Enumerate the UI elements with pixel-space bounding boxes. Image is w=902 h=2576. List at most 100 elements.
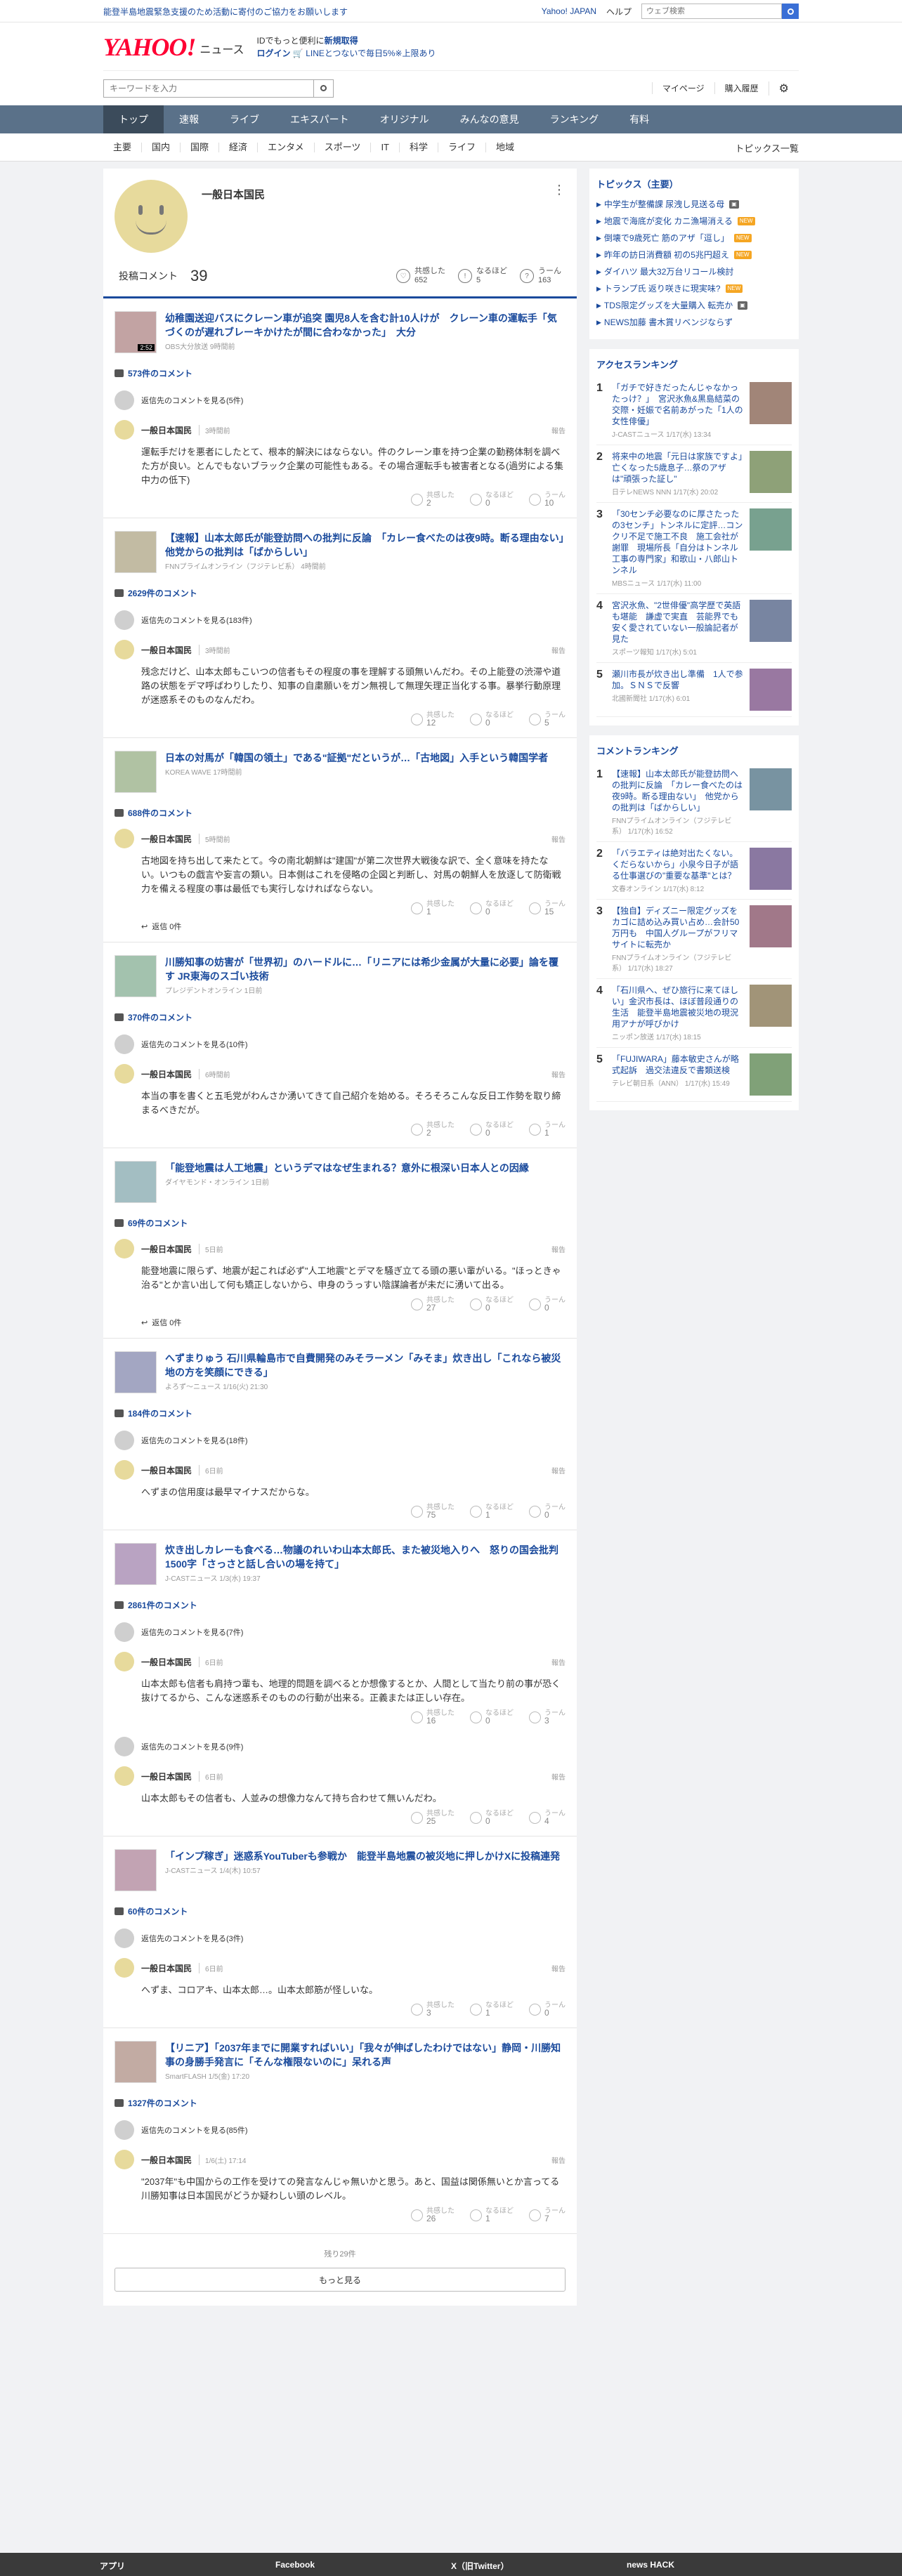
comment-user[interactable]: 一般日本国民 (141, 1770, 192, 1782)
gnav-item[interactable]: みんなの意見 (445, 105, 535, 133)
reaction-button[interactable]: 共感した 16 (411, 1709, 455, 1726)
reaction-button[interactable]: なるほど 1 (470, 2002, 514, 2018)
article-row[interactable]: 【速報】山本太郎氏が能登訪問への批判に反論 「カレー食べたのは夜9時。断る理由な… (115, 531, 574, 573)
ranking-item[interactable]: 4 宮沢氷魚、"2世俳優"高学歴で英語も堪能 謙虚で実直 芸能界でも安く愛されてい… (596, 594, 792, 663)
rank-title[interactable]: 「30センチ必要なのに厚さたったの3センチ」トンネルに定評…コンクリ不足で施工不… (612, 508, 744, 576)
reaction-button[interactable]: なるほど 1 (470, 1504, 514, 1520)
reaction-button[interactable]: 共感した 26 (411, 2207, 455, 2223)
rank-title[interactable]: 瀬川市長が炊き出し準備 1人で参加。ＳＮＳで反響 (612, 669, 744, 691)
report-link[interactable]: 報告 (551, 1465, 566, 1476)
avatar[interactable] (115, 1652, 134, 1671)
parent-comment-link[interactable]: 返信先のコメントを見る(5件) (115, 390, 566, 410)
rank-title[interactable]: 「ガチで好きだったんじゃなかったっけ？」 宮沢氷魚&黒島結菜の交際・妊娠で名前あ… (612, 382, 744, 427)
gnav-item[interactable]: エキスパート (275, 105, 365, 133)
gnav-item[interactable]: ランキング (535, 105, 615, 133)
parent-comment-link[interactable]: 返信先のコメントを見る(7件) (115, 1622, 566, 1642)
topic-item[interactable]: ▶ ダイハツ 最大32万台リコール検討 (596, 263, 792, 280)
article-thumbnail[interactable] (115, 1161, 157, 1203)
ranking-item[interactable]: 3 「30センチ必要なのに厚さたったの3センチ」トンネルに定評…コンクリ不足で施工… (596, 503, 792, 594)
ranking-item[interactable]: 5 「FUJIWARA」藤本敏史さんが略式起訴 過交法違反で書類送検 テレビ朝日系（… (596, 1048, 792, 1102)
rank-thumbnail[interactable] (750, 985, 792, 1027)
avatar[interactable] (115, 1460, 134, 1480)
reaction-button[interactable]: うーん 0 (529, 2002, 566, 2018)
snav-item[interactable]: エンタメ (258, 143, 315, 152)
report-link[interactable]: 報告 (551, 1069, 566, 1079)
gear-icon[interactable]: ⚙ (768, 81, 799, 96)
rank-thumbnail[interactable] (750, 382, 792, 424)
article-row[interactable]: 【リニア】「2037年までに開業すればいい」「我々が伸ばしたわけではない」静岡・… (115, 2041, 566, 2083)
comment-count-link[interactable]: 69件のコメント (115, 1217, 566, 1229)
snav-item[interactable]: ライフ (438, 143, 487, 152)
article-title[interactable]: 「能登地震は人工地震」というデマはなぜ生まれる？意外に根深い日本人との因縁 (165, 1161, 529, 1175)
reaction-button[interactable]: うーん 0 (529, 1504, 566, 1520)
parent-comment-link[interactable]: 返信先のコメントを見る(18件) (115, 1431, 566, 1450)
rank-thumbnail[interactable] (750, 508, 792, 551)
comment-count-link[interactable]: 60件のコメント (115, 1905, 566, 1917)
article-thumbnail[interactable] (115, 531, 157, 573)
gnav-item[interactable]: ライブ (214, 105, 275, 133)
snav-item[interactable]: 経済 (219, 143, 259, 152)
report-link[interactable]: 報告 (551, 1771, 566, 1782)
web-search-button[interactable] (782, 4, 799, 19)
snav-item[interactable]: 主要 (103, 143, 143, 152)
parent-comment-link[interactable]: 返信先のコメントを見る(9件) (115, 1737, 566, 1756)
reaction-button[interactable]: なるほど 0 (470, 900, 514, 916)
comment-user[interactable]: 一般日本国民 (141, 1243, 192, 1255)
parent-comment-link[interactable]: 返信先のコメントを見る(10件) (115, 1034, 566, 1054)
snav-item[interactable]: スポーツ (315, 143, 372, 152)
reaction-button[interactable]: うーん 3 (529, 1709, 566, 1726)
topic-item[interactable]: ▶ トランプ氏 返り咲きに現実味? NEW (596, 280, 792, 297)
footer-link[interactable]: X（旧Twitter） (451, 2560, 627, 2572)
gnav-item[interactable]: オリジナル (365, 105, 445, 133)
avatar[interactable] (115, 1239, 134, 1259)
topic-item[interactable]: ▶ 地震で海底が変化 カニ漁場消える NEW (596, 213, 792, 230)
article-row[interactable]: へずまりゅう 石川県輪島市で自費開発のみそラーメン「みそま」炊き出し「これなら被… (115, 1351, 566, 1393)
reaction-button[interactable]: なるほど 0 (470, 1122, 514, 1138)
snav-item[interactable]: 科学 (400, 143, 439, 152)
comment-count-link[interactable]: 2861件のコメント (115, 1599, 566, 1611)
article-thumbnail[interactable] (115, 1351, 157, 1393)
comment-count-link[interactable]: 688件のコメント (115, 807, 566, 819)
article-row[interactable]: 炊き出しカレーも食べる…物議のれいわ山本太郎氏、また被災地入りへ 怒りの国会批判… (115, 1543, 566, 1585)
reaction-button[interactable]: 共感した 2 (411, 1122, 455, 1138)
report-link[interactable]: 報告 (551, 1657, 566, 1667)
ranking-item[interactable]: 3 【独自】ディズニー限定グッズをカゴに詰め込み買い占め…会計50万円も 中国人グ… (596, 900, 792, 979)
rank-title[interactable]: 【速報】山本太郎氏が能登訪問への批判に反論 「カレー食べたのは夜9時。断る理由な… (612, 768, 744, 813)
article-row[interactable]: 2:52 幼稚園送迎バスにクレーン車が追突 園児8人を含む計10人けが クレーン車… (115, 311, 566, 353)
reaction-button[interactable]: なるほど 0 (470, 1810, 514, 1826)
reaction-button[interactable]: 共感した 27 (411, 1296, 455, 1313)
mypage-link[interactable]: マイページ (651, 82, 714, 94)
rank-thumbnail[interactable] (750, 669, 792, 711)
keyword-search-input[interactable] (103, 79, 314, 98)
reaction-button[interactable]: なるほど 0 (470, 1296, 514, 1313)
reaction-button[interactable]: うーん 10 (529, 492, 566, 508)
snav-item[interactable]: IT (371, 143, 400, 152)
ranking-item[interactable]: 1 「ガチで好きだったんじゃなかったっけ？」 宮沢氷魚&黒島結菜の交際・妊娠で名前… (596, 376, 792, 445)
ranking-item[interactable]: 2 将来中の地震「元日は家族ですよ」 亡くなった5歳息子…祭のアザは"頑張った証し… (596, 445, 792, 503)
ranking-item[interactable]: 5 瀬川市長が炊き出し準備 1人で参加。ＳＮＳで反響 北國新聞社 1/17(水) 6… (596, 663, 792, 717)
article-thumbnail[interactable] (115, 955, 157, 997)
comment-user[interactable]: 一般日本国民 (141, 1068, 192, 1080)
reaction-button[interactable]: うーん 7 (529, 2207, 566, 2223)
rank-thumbnail[interactable] (750, 1053, 792, 1096)
reaction-button[interactable]: 共感した 3 (411, 2002, 455, 2018)
article-thumbnail[interactable] (115, 1543, 157, 1585)
article-title[interactable]: 【リニア】「2037年までに開業すればいい」「我々が伸ばしたわけではない」静岡・… (165, 2041, 566, 2069)
snav-item[interactable]: 国際 (181, 143, 220, 152)
reaction-button[interactable]: うーん 1 (529, 1122, 566, 1138)
reaction-button[interactable]: なるほど 0 (470, 492, 514, 508)
avatar[interactable] (115, 2150, 134, 2169)
reply-button[interactable]: ↩ 返信 0件 (141, 921, 566, 932)
topic-item[interactable]: ▶ 中学生が整備課 尿洩し見送る母 ▣ (596, 196, 792, 213)
rank-title[interactable]: 【独自】ディズニー限定グッズをカゴに詰め込み買い占め…会計50万円も 中国人グル… (612, 905, 744, 950)
reaction-button[interactable]: なるほど 0 (470, 1709, 514, 1726)
gnav-item[interactable]: 速報 (164, 105, 214, 133)
article-title[interactable]: 【速報】山本太郎氏が能登訪問への批判に反論 「カレー食べたのは夜9時。断る理由な… (165, 531, 574, 559)
comment-count-link[interactable]: 184件のコメント (115, 1407, 566, 1419)
rank-thumbnail[interactable] (750, 600, 792, 642)
reaction-button[interactable]: うーん 5 (529, 711, 566, 728)
rank-title[interactable]: 「石川県へ、ぜひ旅行に来てほしい」金沢市長は、ほぼ普段通りの生活 能登半島地震被… (612, 985, 744, 1030)
rank-thumbnail[interactable] (750, 848, 792, 890)
article-title[interactable]: 幼稚園送迎バスにクレーン車が追突 園児8人を含む計10人けが クレーン車の運転手… (165, 311, 566, 339)
comment-user[interactable]: 一般日本国民 (141, 1962, 192, 1974)
